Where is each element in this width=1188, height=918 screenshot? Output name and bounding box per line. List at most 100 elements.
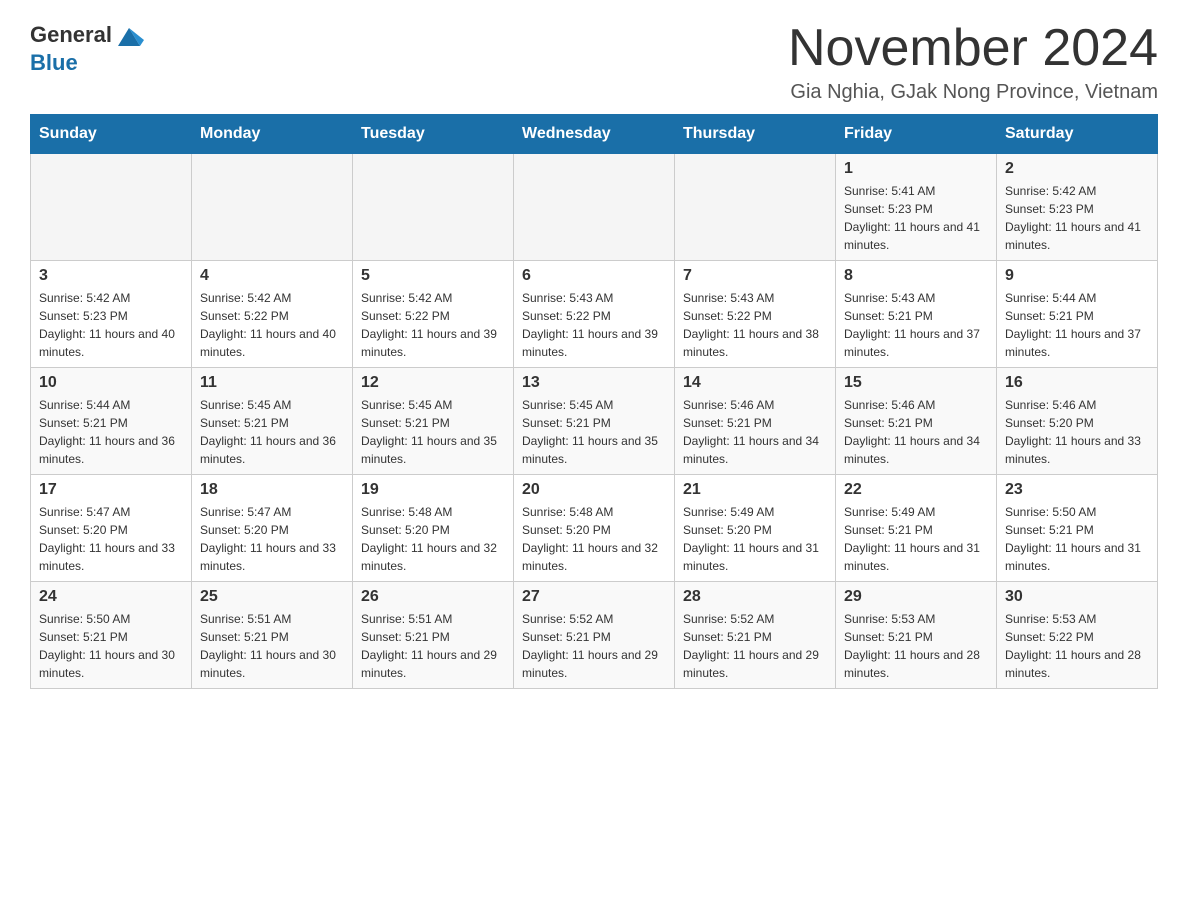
calendar-cell: 23 Sunrise: 5:50 AMSunset: 5:21 PMDayligh…: [997, 475, 1158, 582]
day-info: Sunrise: 5:41 AMSunset: 5:23 PMDaylight:…: [844, 182, 988, 254]
calendar-cell: 5Sunrise: 5:42 AMSunset: 5:22 PMDaylight…: [353, 261, 514, 368]
day-number: 2: [1005, 160, 1149, 178]
calendar-cell: 10 Sunrise: 5:44 AMSunset: 5:21 PMDayligh…: [31, 368, 192, 475]
day-info: Sunrise: 5:51 AMSunset: 5:21 PMDaylight:…: [200, 610, 344, 682]
calendar-cell: 14Sunrise: 5:46 AMSunset: 5:21 PMDayligh…: [675, 368, 836, 475]
day-info: Sunrise: 5:44 AMSunset: 5:21 PMDaylight:…: [39, 396, 183, 468]
calendar-cell: 29Sunrise: 5:53 AMSunset: 5:21 PMDayligh…: [836, 582, 997, 689]
calendar-header-tuesday: Tuesday: [353, 115, 514, 154]
calendar-cell: 8 Sunrise: 5:43 AMSunset: 5:21 PMDaylight…: [836, 261, 997, 368]
day-info: Sunrise: 5:46 AMSunset: 5:21 PMDaylight:…: [683, 396, 827, 468]
calendar-header-row: SundayMondayTuesdayWednesdayThursdayFrid…: [31, 115, 1158, 154]
day-info: Sunrise: 5:43 AMSunset: 5:22 PMDaylight:…: [522, 289, 666, 361]
calendar-week-row: 1 Sunrise: 5:41 AMSunset: 5:23 PMDaylight…: [31, 154, 1158, 261]
day-number: 6: [522, 267, 666, 285]
title-block: November 2024 Gia Nghia, GJak Nong Provi…: [788, 20, 1158, 104]
calendar-cell: [514, 154, 675, 261]
calendar-week-row: 10 Sunrise: 5:44 AMSunset: 5:21 PMDayligh…: [31, 368, 1158, 475]
day-number: 1: [844, 160, 988, 178]
day-number: 27: [522, 588, 666, 606]
day-info: Sunrise: 5:42 AMSunset: 5:22 PMDaylight:…: [361, 289, 505, 361]
logo-icon: [114, 20, 144, 50]
calendar-cell: 27 Sunrise: 5:52 AMSunset: 5:21 PMDayligh…: [514, 582, 675, 689]
calendar-cell: 7Sunrise: 5:43 AMSunset: 5:22 PMDaylight…: [675, 261, 836, 368]
day-number: 24: [39, 588, 183, 606]
day-number: 11: [200, 374, 344, 392]
calendar-cell: [192, 154, 353, 261]
day-info: Sunrise: 5:43 AMSunset: 5:21 PMDaylight:…: [844, 289, 988, 361]
calendar-cell: 19 Sunrise: 5:48 AMSunset: 5:20 PMDayligh…: [353, 475, 514, 582]
day-info: Sunrise: 5:42 AMSunset: 5:23 PMDaylight:…: [39, 289, 183, 361]
day-info: Sunrise: 5:49 AMSunset: 5:20 PMDaylight:…: [683, 503, 827, 575]
calendar-cell: 20Sunrise: 5:48 AMSunset: 5:20 PMDayligh…: [514, 475, 675, 582]
month-title: November 2024: [788, 20, 1158, 77]
calendar-cell: 30 Sunrise: 5:53 AMSunset: 5:22 PMDayligh…: [997, 582, 1158, 689]
calendar-table: SundayMondayTuesdayWednesdayThursdayFrid…: [30, 114, 1158, 689]
day-number: 18: [200, 481, 344, 499]
day-number: 9: [1005, 267, 1149, 285]
day-info: Sunrise: 5:46 AMSunset: 5:21 PMDaylight:…: [844, 396, 988, 468]
day-info: Sunrise: 5:42 AMSunset: 5:23 PMDaylight:…: [1005, 182, 1149, 254]
calendar-header-saturday: Saturday: [997, 115, 1158, 154]
day-number: 19: [361, 481, 505, 499]
calendar-cell: [353, 154, 514, 261]
calendar-week-row: 17 Sunrise: 5:47 AMSunset: 5:20 PMDayligh…: [31, 475, 1158, 582]
day-info: Sunrise: 5:47 AMSunset: 5:20 PMDaylight:…: [39, 503, 183, 575]
day-number: 28: [683, 588, 827, 606]
location-title: Gia Nghia, GJak Nong Province, Vietnam: [788, 81, 1158, 104]
day-number: 23: [1005, 481, 1149, 499]
logo-general-text: General: [30, 22, 112, 48]
day-number: 10: [39, 374, 183, 392]
calendar-header-monday: Monday: [192, 115, 353, 154]
calendar-cell: 22 Sunrise: 5:49 AMSunset: 5:21 PMDayligh…: [836, 475, 997, 582]
calendar-cell: 4Sunrise: 5:42 AMSunset: 5:22 PMDaylight…: [192, 261, 353, 368]
day-info: Sunrise: 5:49 AMSunset: 5:21 PMDaylight:…: [844, 503, 988, 575]
calendar-header-friday: Friday: [836, 115, 997, 154]
day-number: 3: [39, 267, 183, 285]
day-number: 25: [200, 588, 344, 606]
calendar-cell: 1 Sunrise: 5:41 AMSunset: 5:23 PMDaylight…: [836, 154, 997, 261]
day-number: 29: [844, 588, 988, 606]
day-number: 30: [1005, 588, 1149, 606]
day-number: 4: [200, 267, 344, 285]
day-info: Sunrise: 5:53 AMSunset: 5:22 PMDaylight:…: [1005, 610, 1149, 682]
day-info: Sunrise: 5:52 AMSunset: 5:21 PMDaylight:…: [683, 610, 827, 682]
calendar-cell: 12 Sunrise: 5:45 AMSunset: 5:21 PMDayligh…: [353, 368, 514, 475]
calendar-week-row: 3 Sunrise: 5:42 AMSunset: 5:23 PMDaylight…: [31, 261, 1158, 368]
calendar-cell: 9 Sunrise: 5:44 AMSunset: 5:21 PMDaylight…: [997, 261, 1158, 368]
day-number: 12: [361, 374, 505, 392]
calendar-cell: 18 Sunrise: 5:47 AMSunset: 5:20 PMDayligh…: [192, 475, 353, 582]
calendar-cell: [31, 154, 192, 261]
day-info: Sunrise: 5:47 AMSunset: 5:20 PMDaylight:…: [200, 503, 344, 575]
calendar-cell: 24 Sunrise: 5:50 AMSunset: 5:21 PMDayligh…: [31, 582, 192, 689]
day-info: Sunrise: 5:45 AMSunset: 5:21 PMDaylight:…: [200, 396, 344, 468]
calendar-cell: 6 Sunrise: 5:43 AMSunset: 5:22 PMDaylight…: [514, 261, 675, 368]
calendar-cell: 28 Sunrise: 5:52 AMSunset: 5:21 PMDayligh…: [675, 582, 836, 689]
calendar-cell: 13 Sunrise: 5:45 AMSunset: 5:21 PMDayligh…: [514, 368, 675, 475]
logo-blue-text: Blue: [30, 50, 78, 75]
page-header: General Blue November 2024 Gia Nghia, GJ…: [30, 20, 1158, 104]
calendar-header-sunday: Sunday: [31, 115, 192, 154]
day-info: Sunrise: 5:48 AMSunset: 5:20 PMDaylight:…: [361, 503, 505, 575]
day-number: 17: [39, 481, 183, 499]
calendar-cell: 15 Sunrise: 5:46 AMSunset: 5:21 PMDayligh…: [836, 368, 997, 475]
calendar-week-row: 24 Sunrise: 5:50 AMSunset: 5:21 PMDayligh…: [31, 582, 1158, 689]
calendar-cell: 11 Sunrise: 5:45 AMSunset: 5:21 PMDayligh…: [192, 368, 353, 475]
calendar-header-thursday: Thursday: [675, 115, 836, 154]
day-number: 16: [1005, 374, 1149, 392]
day-number: 22: [844, 481, 988, 499]
day-info: Sunrise: 5:45 AMSunset: 5:21 PMDaylight:…: [522, 396, 666, 468]
calendar-cell: [675, 154, 836, 261]
day-info: Sunrise: 5:52 AMSunset: 5:21 PMDaylight:…: [522, 610, 666, 682]
day-info: Sunrise: 5:50 AMSunset: 5:21 PMDaylight:…: [39, 610, 183, 682]
calendar-cell: 3 Sunrise: 5:42 AMSunset: 5:23 PMDaylight…: [31, 261, 192, 368]
day-number: 8: [844, 267, 988, 285]
day-info: Sunrise: 5:46 AMSunset: 5:20 PMDaylight:…: [1005, 396, 1149, 468]
day-number: 15: [844, 374, 988, 392]
day-info: Sunrise: 5:44 AMSunset: 5:21 PMDaylight:…: [1005, 289, 1149, 361]
day-info: Sunrise: 5:45 AMSunset: 5:21 PMDaylight:…: [361, 396, 505, 468]
day-number: 20: [522, 481, 666, 499]
day-info: Sunrise: 5:50 AMSunset: 5:21 PMDaylight:…: [1005, 503, 1149, 575]
calendar-cell: 2 Sunrise: 5:42 AMSunset: 5:23 PMDaylight…: [997, 154, 1158, 261]
day-number: 13: [522, 374, 666, 392]
